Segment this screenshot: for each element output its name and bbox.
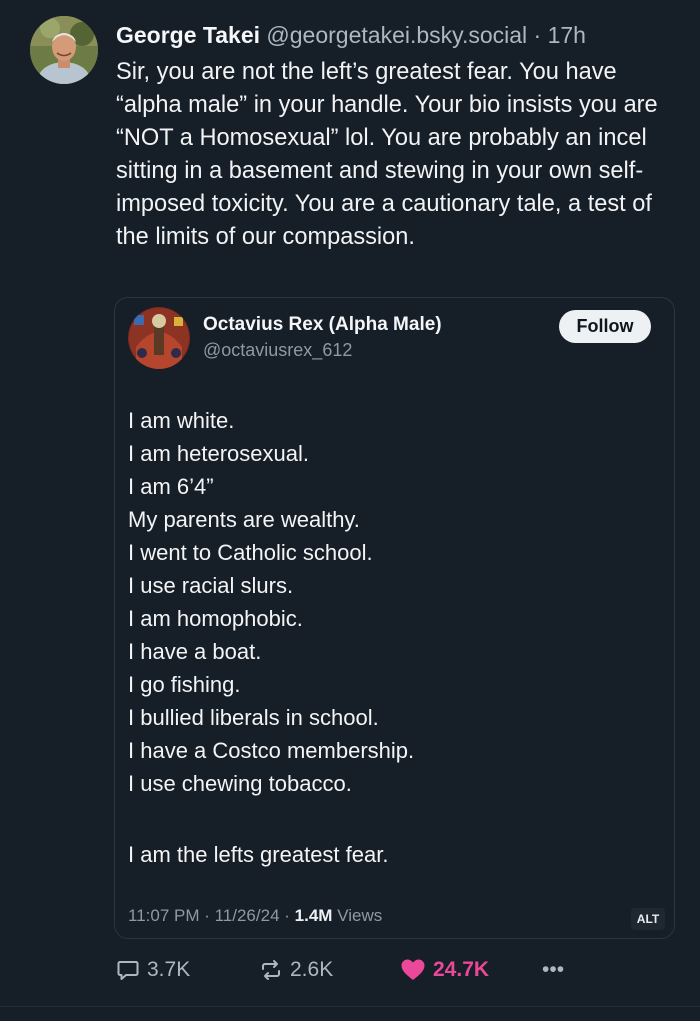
quote-closing-line: I am the lefts greatest fear.	[128, 842, 389, 867]
repost-button[interactable]: 2.6K	[259, 955, 333, 985]
more-options-button[interactable]: •••	[542, 955, 564, 985]
views-label: Views	[337, 906, 383, 925]
quoted-author-avatar[interactable]	[128, 307, 190, 369]
follow-button[interactable]: Follow	[559, 310, 651, 343]
post-divider	[0, 1006, 700, 1007]
post-header: George Takei @georgetakei.bsky.social · …	[116, 20, 586, 50]
author-handle[interactable]: @georgetakei.bsky.social	[266, 22, 527, 48]
quote-line: I have a Costco membership.	[128, 738, 415, 763]
quote-line: I go fishing.	[128, 672, 241, 697]
quoted-author-handle[interactable]: @octaviusrex_612	[203, 340, 352, 361]
quote-line: I am 6’4”	[128, 474, 214, 499]
quote-line: I use racial slurs.	[128, 573, 294, 598]
quoted-post-lines: I am white. I am heterosexual. I am 6’4”…	[128, 404, 414, 800]
quote-line: I am white.	[128, 408, 235, 433]
repost-icon	[262, 960, 280, 980]
quote-line: I bullied liberals in school.	[128, 705, 379, 730]
quote-line: I am heterosexual.	[128, 441, 309, 466]
reply-icon	[117, 961, 139, 980]
alt-text-badge[interactable]: ALT	[631, 908, 665, 930]
quoted-post-meta: 11:07 PM · 11/26/24 · 1.4M Views	[128, 906, 382, 926]
post-actions: 3.7K 2.6K 24.7K •••	[114, 955, 684, 985]
post-text: Sir, you are not the left’s greatest fea…	[116, 59, 658, 250]
quote-line: I am homophobic.	[128, 606, 303, 631]
views-count: 1.4M	[294, 906, 333, 925]
quote-line: I went to Catholic school.	[128, 540, 373, 565]
quote-line: My parents are wealthy.	[128, 507, 360, 532]
reply-button[interactable]: 3.7K	[116, 955, 190, 985]
like-button[interactable]: 24.7K	[400, 955, 489, 985]
reply-count: 3.7K	[147, 958, 191, 981]
post: George Takei @georgetakei.bsky.social · …	[0, 0, 700, 1021]
like-count: 24.7K	[433, 958, 490, 981]
heart-icon	[401, 959, 425, 980]
author-avatar[interactable]	[30, 16, 98, 84]
author-name[interactable]: George Takei	[116, 22, 260, 48]
quoted-post-card[interactable]: Octavius Rex (Alpha Male) @octaviusrex_6…	[114, 297, 675, 939]
quoted-post-timestamp[interactable]: 11:07 PM · 11/26/24 ·	[128, 906, 290, 925]
post-time[interactable]: 17h	[548, 22, 586, 48]
quote-line: I have a boat.	[128, 639, 262, 664]
more-icon: •••	[542, 958, 565, 981]
header-separator: ·	[533, 22, 542, 48]
repost-count: 2.6K	[290, 958, 334, 981]
quoted-author-name[interactable]: Octavius Rex (Alpha Male)	[203, 314, 442, 336]
quote-line: I use chewing tobacco.	[128, 771, 352, 796]
